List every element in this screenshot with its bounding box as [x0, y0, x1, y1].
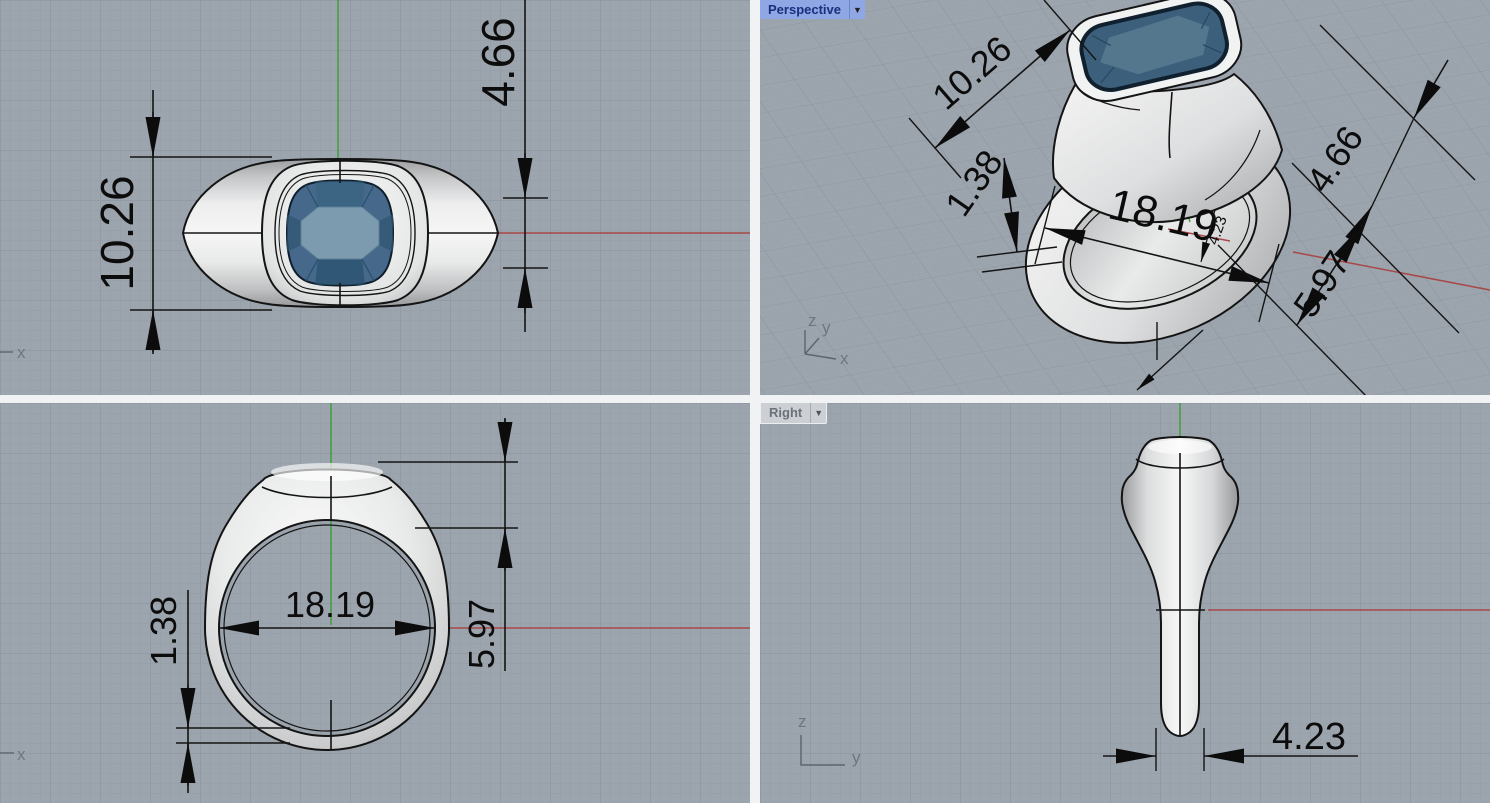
rhino-four-viewport-workspace: 10.26 4.66 x: [0, 0, 1490, 803]
grid-major: [760, 403, 1490, 803]
right-view-canvas[interactable]: 4.23 z y: [760, 403, 1490, 803]
axis-z-label: z: [798, 712, 807, 731]
ring-top-view[interactable]: [183, 159, 498, 307]
perspective-canvas[interactable]: 10.26 1.38 18.19 4.23: [760, 0, 1490, 395]
top-view-canvas[interactable]: 10.26 4.66 x: [0, 0, 750, 395]
viewport-perspective-view[interactable]: 10.26 1.38 18.19 4.23: [760, 0, 1490, 395]
axis-x-label: x: [17, 745, 26, 764]
axis-x-label: x: [840, 349, 849, 368]
dim-label-top-height[interactable]: 10.26: [91, 175, 143, 290]
chevron-down-icon[interactable]: ▼: [849, 0, 865, 19]
viewport-top-view[interactable]: 10.26 4.66 x: [0, 0, 750, 395]
front-view-canvas[interactable]: 18.19 1.38 5.97 x: [0, 403, 750, 803]
axis-y-label: y: [822, 318, 831, 337]
viewport-divider-horizontal[interactable]: [0, 395, 1490, 403]
dim-label-front-head-height[interactable]: 5.97: [461, 599, 502, 669]
viewport-tab-right-label[interactable]: Right: [761, 404, 810, 422]
dim-label-front-band-thickness[interactable]: 1.38: [143, 596, 184, 666]
viewport-tab-perspective[interactable]: Perspective ▼: [760, 0, 865, 19]
dim-label-right-shank-width[interactable]: 4.23: [1272, 716, 1346, 758]
viewport-tab-right[interactable]: Right ▼: [760, 403, 827, 424]
chevron-down-icon[interactable]: ▼: [810, 403, 826, 423]
dim-label-top-band-width[interactable]: 4.66: [472, 17, 524, 107]
axis-x-label: x: [17, 343, 26, 362]
dim-label-front-inner-diameter[interactable]: 18.19: [285, 584, 375, 625]
axis-y-label: y: [852, 748, 861, 767]
axis-z-label: z: [808, 311, 817, 330]
viewport-front-view[interactable]: 18.19 1.38 5.97 x: [0, 403, 750, 803]
viewport-right-view[interactable]: 4.23 z y: [760, 403, 1490, 803]
viewport-tab-perspective-label[interactable]: Perspective: [760, 1, 849, 19]
